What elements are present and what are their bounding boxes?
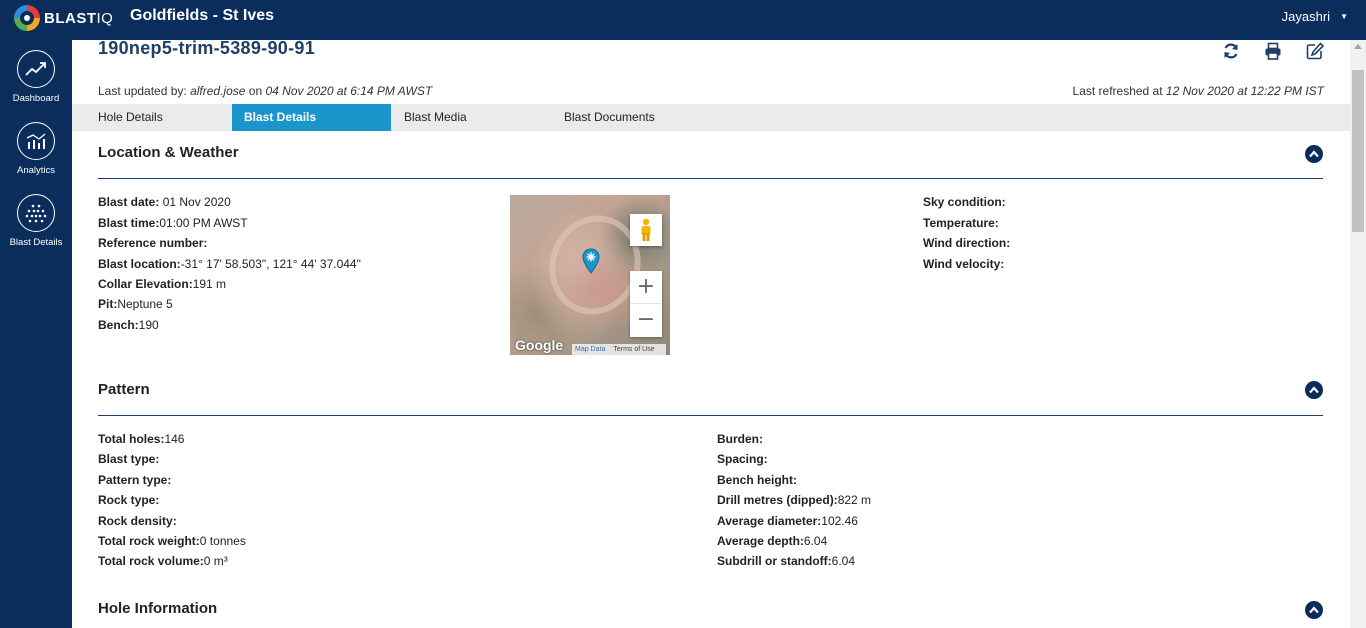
sidebar-item-label: Dashboard [12,93,60,104]
bar-chart-icon [17,122,55,160]
section-title-pattern: Pattern [98,381,150,398]
sidebar-item-label: Analytics [16,165,55,176]
street-view-button[interactable] [630,214,662,246]
collapse-hole-info-button[interactable] [1305,601,1323,619]
map-zoom-control: + − [630,271,662,337]
tab-blast-details[interactable]: Blast Details [232,104,391,131]
field-blast-time: Blast time:01:00 PM AWST [98,216,248,230]
field-average-depth: Average depth:6.04 [717,534,828,548]
section-divider [98,178,1323,179]
field-subdrill-standoff: Subdrill or standoff:6.04 [717,554,856,568]
sidebar-item-blast-details[interactable]: Blast Details [0,194,72,248]
field-collar-elevation: Collar Elevation:191 m [98,277,227,291]
section-divider [98,415,1323,416]
field-temperature: Temperature: [923,216,999,230]
updated-by: alfred.jose [190,84,246,98]
field-blast-date: Blast date: 01 Nov 2020 [98,195,231,209]
sidebar: Dashboard Analytics Blast Details [0,40,72,628]
edit-icon [1306,42,1324,60]
field-total-rock-volume: Total rock volume:0 m³ [98,554,228,568]
trend-line-icon [17,50,55,88]
map-footer: Map Data Terms of Use [572,344,666,355]
updated-at: 04 Nov 2020 at 6:14 PM AWST [265,84,433,98]
caret-down-icon: ▼ [1340,12,1348,21]
field-bench: Bench:190 [98,318,159,332]
map-data-link[interactable]: Map Data [575,344,605,355]
terms-of-use-link[interactable]: Terms of Use [613,344,654,355]
google-logo: Google [515,337,564,353]
field-average-diameter: Average diameter:102.46 [717,514,858,528]
tab-hole-details[interactable]: Hole Details [98,104,163,131]
blastiq-logo[interactable]: BLASTIQ [14,5,113,31]
logo-mark-icon [14,5,40,31]
tab-blast-media[interactable]: Blast Media [404,104,467,131]
field-total-holes: Total holes:146 [98,432,185,446]
collapse-pattern-button[interactable] [1305,381,1323,399]
last-refreshed: Last refreshed at 12 Nov 2020 at 12:22 P… [1072,84,1324,98]
sidebar-item-label: Blast Details [9,237,63,248]
zoom-out-button[interactable]: − [630,304,662,337]
field-total-rock-weight: Total rock weight:0 tonnes [98,534,246,548]
edit-button[interactable] [1304,40,1326,62]
chevron-up-icon [1309,386,1319,394]
field-rock-density: Rock density: [98,514,177,528]
page-title: 190nep5-trim-5389-90-91 [98,40,316,58]
location-map[interactable]: + − Google Map Data Terms of Use [510,195,670,355]
sidebar-item-analytics[interactable]: Analytics [0,122,72,176]
logo-text: BLASTIQ [44,9,114,27]
chevron-up-icon [1309,150,1319,158]
page-scrollbar[interactable] [1350,40,1366,628]
user-name: Jayashri [1281,9,1331,24]
refreshed-at: 12 Nov 2020 at 12:22 PM IST [1165,84,1324,98]
section-title-location-weather: Location & Weather [98,144,239,161]
last-updated: Last updated by: alfred.jose on 04 Nov 2… [98,84,433,98]
refresh-icon [1224,43,1238,59]
refresh-button[interactable] [1220,40,1242,62]
scroll-thumb[interactable] [1352,70,1364,232]
pegman-icon [641,218,651,241]
tab-blast-documents[interactable]: Blast Documents [564,104,655,131]
site-title: Goldfields - St Ives [130,7,275,24]
user-menu[interactable]: Jayashri ▼ [1282,9,1348,24]
field-wind-direction: Wind direction: [923,236,1011,250]
top-bar: BLASTIQ Goldfields - St Ives Jayashri ▼ [0,0,1366,40]
field-pattern-type: Pattern type: [98,473,172,487]
blast-dots-icon [17,194,55,232]
field-sky-condition: Sky condition: [923,195,1006,209]
tab-bar: Hole Details Blast Details Blast Media B… [72,104,1350,131]
field-burden: Burden: [717,432,763,446]
print-button[interactable] [1262,40,1284,62]
map-marker-icon[interactable] [582,248,600,274]
zoom-in-button[interactable]: + [630,271,662,304]
field-blast-location: Blast location:-31° 17' 58.503", 121° 44… [98,257,361,271]
main-content: 190nep5-trim-5389-90-91 Last updated by:… [72,40,1350,628]
field-drill-metres: Drill metres (dipped):822 m [717,493,872,507]
field-spacing: Spacing: [717,452,768,466]
collapse-location-button[interactable] [1305,145,1323,163]
field-pit: Pit:Neptune 5 [98,297,173,311]
page-actions [1200,40,1326,62]
field-blast-type: Blast type: [98,452,160,466]
field-bench-height: Bench height: [717,473,797,487]
field-wind-velocity: Wind velocity: [923,257,1005,271]
field-rock-type: Rock type: [98,493,160,507]
scroll-up-arrow-icon[interactable] [1354,44,1362,49]
sidebar-item-dashboard[interactable]: Dashboard [0,50,72,104]
field-reference-number: Reference number: [98,236,208,250]
section-title-hole-information: Hole Information [98,600,218,617]
chevron-up-icon [1309,606,1319,614]
printer-icon [1265,42,1281,60]
